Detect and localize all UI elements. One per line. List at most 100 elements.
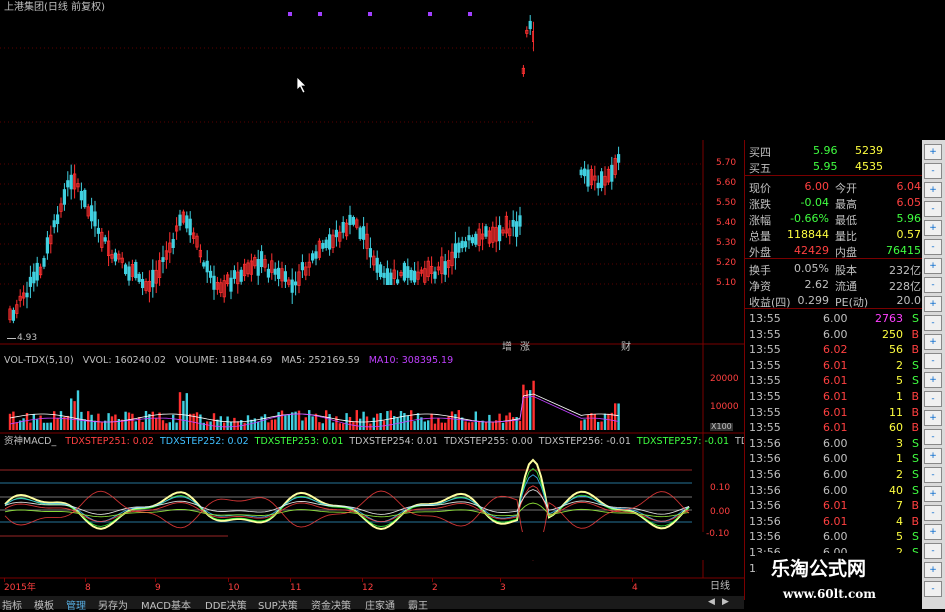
tab-scroll-right-icon[interactable]: ▶ [722, 597, 729, 607]
info-marker-icon[interactable] [288, 12, 292, 16]
volume-indicator-name[interactable]: VOL-TDX(5,10) [4, 355, 74, 366]
zoom-in-icon[interactable]: + [924, 334, 942, 350]
candle-body [66, 180, 70, 188]
zoom-out-icon[interactable]: - [924, 353, 942, 369]
candle-body [617, 154, 621, 163]
stat-value: 0.299 [797, 294, 830, 307]
zoom-out-icon[interactable]: - [924, 201, 942, 217]
volume-bar [529, 390, 532, 430]
indicator-step-label: TDXSTEP255: 0.00 [444, 436, 533, 447]
date-axis-label: 2015年 [4, 583, 36, 593]
zoom-out-icon[interactable]: - [924, 391, 942, 407]
tick-side: S [912, 468, 919, 481]
zoom-in-icon[interactable]: + [924, 372, 942, 388]
tick-side: B [911, 405, 919, 419]
event-marker-zeng[interactable]: 增 [502, 343, 512, 353]
tick-volume: 2763 [875, 312, 903, 325]
tick-row[interactable]: 13:56 6.01 4 B [745, 513, 923, 529]
tick-row[interactable]: 13:56 6.00 40 S [745, 482, 923, 498]
zoom-out-icon[interactable]: - [924, 315, 942, 331]
tick-time: 13:55 [749, 374, 781, 388]
tab-6[interactable]: SUP决策 [258, 597, 298, 612]
zoom-out-icon[interactable]: - [924, 163, 942, 179]
volume-bar [505, 415, 508, 430]
date-axis-label: 2 [432, 583, 438, 593]
tick-row[interactable]: 13:56 6.00 2S [745, 466, 923, 482]
volume-bar [297, 410, 301, 430]
tab-9[interactable]: 霸王 [408, 597, 428, 612]
volume-bar [291, 412, 294, 430]
zoom-out-icon[interactable]: - [924, 277, 942, 293]
tab-3[interactable]: 另存为 [98, 597, 128, 612]
panel-divider [745, 308, 923, 309]
tick-row[interactable]: 13:55 6.01 1 B [745, 388, 923, 404]
event-marker-zhang[interactable]: 涨 [520, 343, 530, 353]
date-axis-tick [155, 578, 156, 582]
tick-row[interactable]: 13:55 6.00 2763 S [745, 310, 923, 326]
period-label[interactable]: 日线 [710, 582, 730, 592]
watermark-url: www.60lt.com [783, 587, 876, 601]
tab-4[interactable]: MACD基本 [141, 597, 191, 612]
info-marker-icon[interactable] [368, 12, 372, 16]
event-marker-cai[interactable]: 财 [621, 343, 631, 353]
info-marker-icon[interactable] [468, 12, 472, 16]
tab-scroll-left-icon[interactable]: ◀ [708, 597, 715, 607]
tick-row[interactable]: 13:56 6.00 3 S [745, 435, 923, 451]
zoom-out-icon[interactable]: - [924, 581, 942, 597]
volume-bar [399, 411, 403, 430]
date-axis-tick [632, 578, 633, 582]
candle-body [361, 226, 366, 240]
zoom-out-icon[interactable]: - [924, 505, 942, 521]
volume-bar [182, 400, 185, 430]
zoom-in-icon[interactable]: + [924, 524, 942, 540]
indicator-step-label: TDXSTEP257: -0.01 [636, 436, 730, 447]
zoom-in-icon[interactable]: + [924, 410, 942, 426]
tick-row[interactable]: 13:56 6.00 1 S [745, 450, 923, 466]
volume-ma10: MA10: 308395.19 [368, 355, 454, 366]
zoom-out-icon[interactable]: - [924, 467, 942, 483]
tick-side: S [912, 312, 919, 325]
volume-bar [70, 398, 73, 430]
zoom-out-icon[interactable]: - [924, 239, 942, 255]
zoom-in-icon[interactable]: + [924, 258, 942, 274]
tab-2[interactable]: 管理 [66, 597, 86, 612]
tick-row[interactable]: 13:55 6.01 60 B [745, 419, 923, 435]
tick-volume: 2 [896, 468, 903, 481]
bid-row[interactable]: 买四 5.96 5239 [745, 142, 923, 159]
tick-row[interactable]: 13:55 6.01 2 S [745, 357, 923, 373]
zoom-out-icon[interactable]: - [924, 543, 942, 559]
tick-row[interactable]: 13:55 6.01 11 B [745, 404, 923, 420]
zoom-in-icon[interactable]: + [924, 448, 942, 464]
info-marker-icon[interactable] [318, 12, 322, 16]
bid-row[interactable]: 买五 5.95 4535 [745, 158, 923, 175]
indicator-name[interactable]: 资神MACD_ [4, 436, 56, 447]
info-marker-icon[interactable] [428, 12, 432, 16]
zoom-in-icon[interactable]: + [924, 486, 942, 502]
tab-7[interactable]: 资金决策 [311, 597, 351, 612]
candle-body [276, 267, 281, 279]
candle-body [113, 252, 117, 262]
tick-volume: 1 [896, 390, 903, 403]
tab-8[interactable]: 庄家通 [365, 597, 395, 612]
tab-1[interactable]: 模板 [34, 597, 54, 612]
zoom-in-icon[interactable]: + [924, 144, 942, 160]
tick-row[interactable]: 13:55 6.02 56 B [745, 341, 923, 357]
tick-row[interactable]: 13:56 6.01 7 B [745, 497, 923, 513]
zoom-in-icon[interactable]: + [924, 220, 942, 236]
tick-row[interactable]: 13:55 6.00 250 B [745, 326, 923, 342]
chart-area[interactable]: 上港集团(日线 前复权) 4.93 5.70 5.60 5.50 5.40 5.30 5.… [0, 0, 748, 596]
candle-body [161, 257, 165, 262]
candle-body [327, 234, 332, 250]
indicator-step-label: TDXSTEP253: 0.01 [254, 436, 344, 447]
zoom-in-icon[interactable]: + [924, 182, 942, 198]
zoom-in-icon[interactable]: + [924, 562, 942, 578]
tab-0[interactable]: 指标 [2, 597, 22, 612]
mouse-cursor-icon [296, 76, 307, 94]
tab-5[interactable]: DDE决策 [205, 597, 247, 612]
tick-price: 6.01 [823, 405, 848, 419]
tick-row[interactable]: 13:55 6.01 5 S [745, 372, 923, 388]
zoom-in-icon[interactable]: + [924, 296, 942, 312]
zoom-out-icon[interactable]: - [924, 429, 942, 445]
tick-row[interactable]: 13:56 6.00 5 S [745, 528, 923, 544]
indicator-axis-zero: 0.00 [710, 507, 731, 517]
